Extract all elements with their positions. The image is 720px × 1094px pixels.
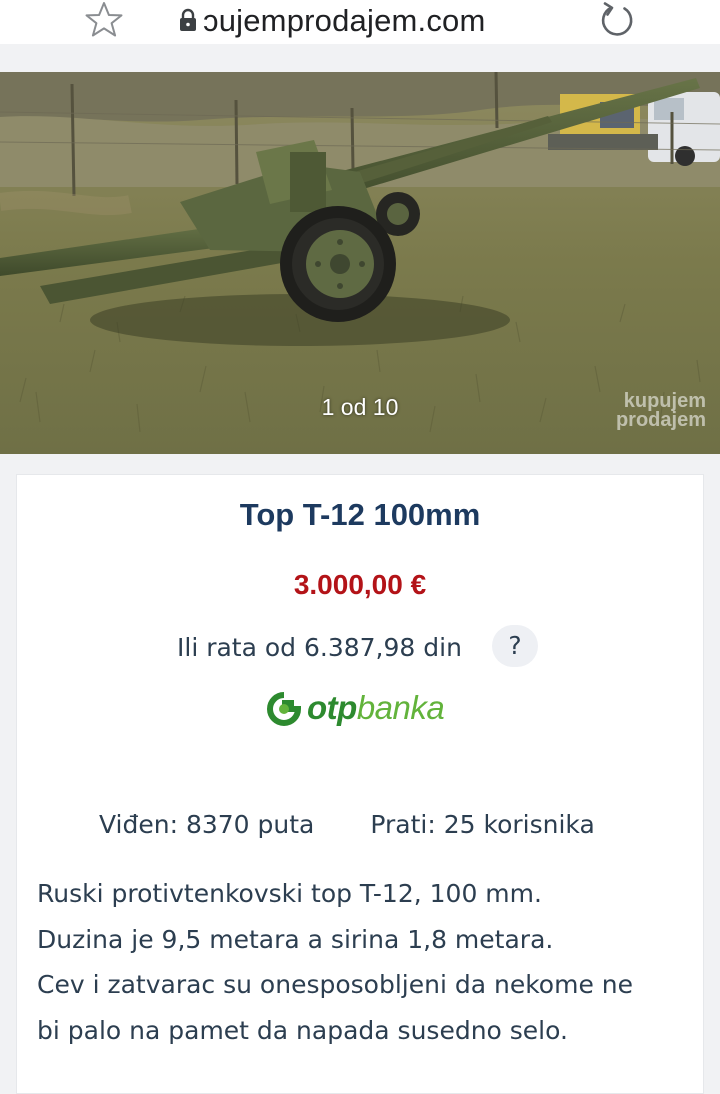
description-line: Duzina je 9,5 metara a sirina 1,8 metara… — [37, 924, 554, 954]
listing-description: Ruski protivtenkovski top T-12, 100 mm. … — [37, 871, 697, 1053]
address-bar-url[interactable]: ɔujemprodajem.com — [203, 1, 486, 41]
listing-title: Top T-12 100mm — [239, 497, 481, 532]
description-line: Cev i zatvarac su onesposobljeni da neko… — [37, 970, 633, 999]
star-icon[interactable] — [82, 0, 126, 40]
followers-count: Prati: 25 korisnika — [370, 810, 595, 839]
installment-text: Ili rata od 6.387,98 din — [177, 633, 462, 662]
listing-card: Top T-12 100mm 3.000,00 € Ili rata od 6.… — [16, 474, 704, 1094]
listing-stats: Viđen: 8370 puta Prati: 25 korisnika — [99, 805, 595, 845]
browser-toolbar: ɔujemprodajem.com — [0, 0, 720, 44]
reload-icon[interactable] — [594, 0, 640, 42]
lock-icon — [180, 8, 196, 31]
listing-photo[interactable]: 1 od 10 kupujem prodajem — [0, 72, 720, 454]
otp-logo-icon — [267, 692, 302, 726]
otp-wordmark-strong: otp — [307, 689, 357, 726]
otp-bank-wordmark: otpbanka — [307, 687, 445, 729]
listing-price: 3.000,00 € — [293, 569, 427, 600]
watermark-logo: kupujem prodajem — [566, 391, 706, 431]
otp-wordmark-light: banka — [356, 689, 445, 726]
installment-help-button[interactable]: ? — [492, 625, 538, 667]
description-line: Ruski protivtenkovski top T-12, 100 mm. — [37, 879, 542, 908]
description-line: bi palo na pamet da napada susedno selo. — [37, 1015, 568, 1045]
watermark-line: prodajem — [615, 409, 706, 431]
views-count: Viđen: 8370 puta — [99, 810, 315, 839]
